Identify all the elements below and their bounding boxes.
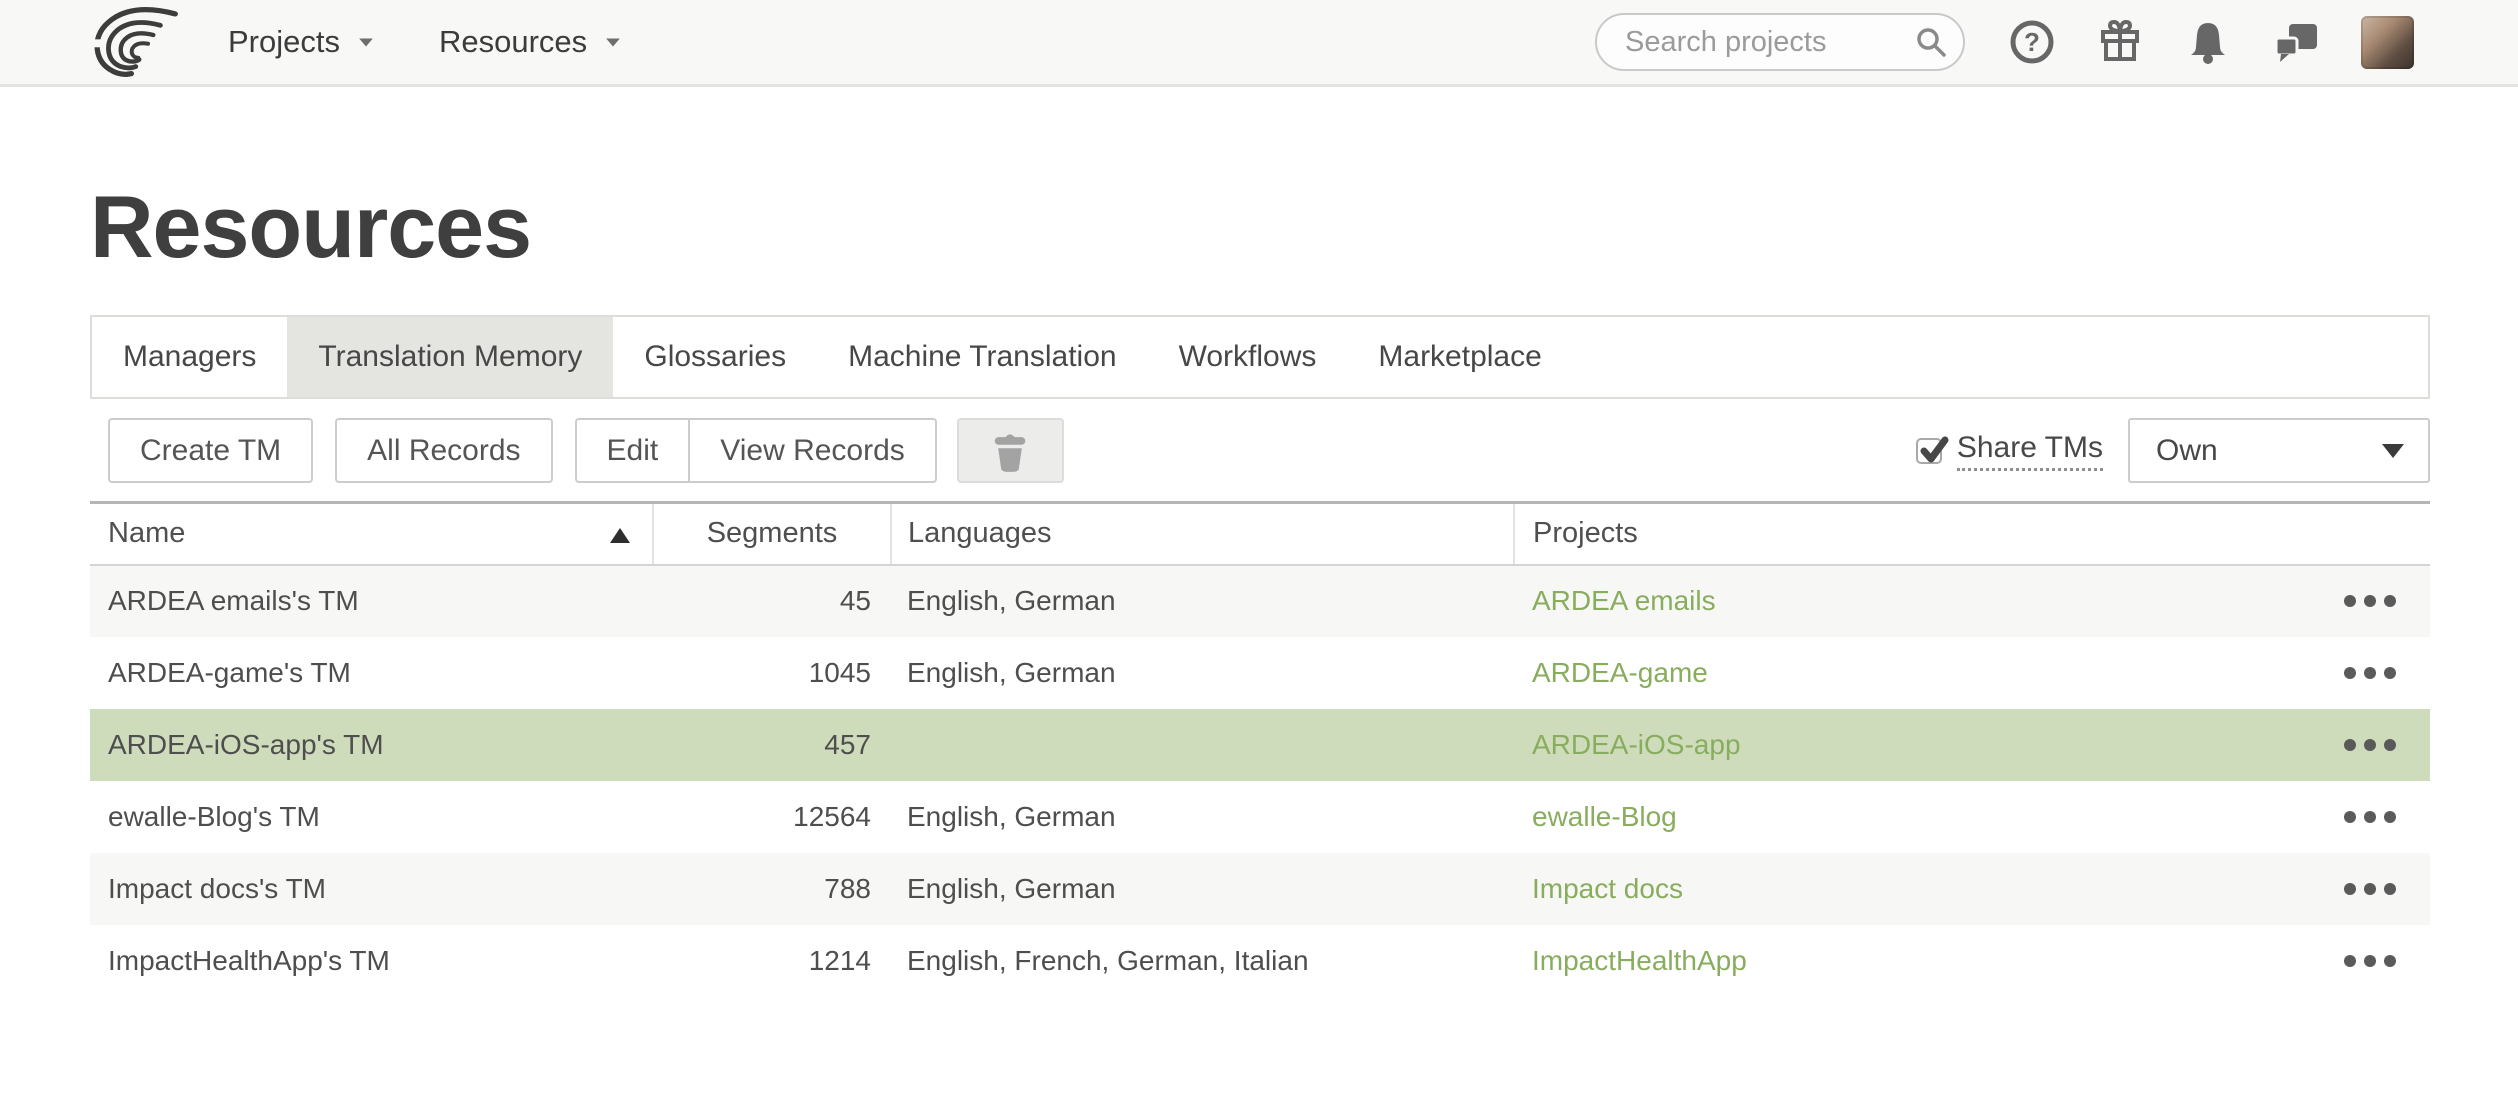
nav-resources-menu[interactable]: Resources <box>439 24 624 60</box>
tm-table-body: ARDEA emails's TM45English, GermanARDEA … <box>90 565 2430 997</box>
help-icon[interactable]: ? <box>2009 19 2055 65</box>
nav-resources-label: Resources <box>439 24 587 60</box>
checkmark-icon <box>1919 436 1949 466</box>
tm-segments-cell: 788 <box>653 853 891 925</box>
tm-table-row[interactable]: ARDEA-iOS-app's TM457 ARDEA-iOS-app <box>90 709 2430 781</box>
tm-languages-cell: English, German <box>891 853 1514 925</box>
share-tms-label[interactable]: Share TMs <box>1957 431 2103 471</box>
tm-name-cell: ARDEA emails's TM <box>90 565 653 637</box>
project-link[interactable]: ARDEA emails <box>1532 585 1716 616</box>
tm-segments-cell: 12564 <box>653 781 891 853</box>
nav-projects-label: Projects <box>228 24 340 60</box>
tab-glossaries[interactable]: Glossaries <box>613 317 817 397</box>
app-logo-icon[interactable] <box>90 6 178 78</box>
tm-scope-value: Own <box>2156 434 2218 468</box>
tm-table: Name Segments Languages Projects ARDEA e… <box>90 501 2430 997</box>
create-tm-button[interactable]: Create TM <box>108 418 313 483</box>
tm-segments-cell: 1214 <box>653 925 891 997</box>
row-actions-menu-icon[interactable] <box>2310 781 2430 853</box>
chevron-down-icon <box>359 38 373 46</box>
tm-segments-cell: 457 <box>653 709 891 781</box>
tab-translation-memory[interactable]: Translation Memory <box>287 317 613 397</box>
main-content: Resources ManagersTranslation MemoryGlos… <box>0 183 2518 997</box>
select-caret-icon <box>2382 444 2404 458</box>
column-header-projects[interactable]: Projects <box>1514 503 2310 565</box>
column-header-segments[interactable]: Segments <box>653 503 891 565</box>
project-search <box>1595 13 1965 71</box>
column-header-actions <box>2310 503 2430 565</box>
tm-table-row[interactable]: ewalle-Blog's TM12564English, German ewal… <box>90 781 2430 853</box>
tm-table-row[interactable]: ARDEA-game's TM1045English, German ARDEA-… <box>90 637 2430 709</box>
row-actions-menu-icon[interactable] <box>2310 925 2430 997</box>
tm-segments-cell: 1045 <box>653 637 891 709</box>
search-icon[interactable] <box>1915 26 1947 58</box>
tm-name-cell: ARDEA-iOS-app's TM <box>90 709 653 781</box>
toolbar-right: Share TMs Own <box>1916 418 2430 483</box>
share-tms-checkbox[interactable] <box>1916 438 1942 464</box>
tm-name-cell: ewalle-Blog's TM <box>90 781 653 853</box>
search-input[interactable] <box>1595 13 1965 71</box>
row-actions-menu-icon[interactable] <box>2310 709 2430 781</box>
row-actions-menu-icon[interactable] <box>2310 637 2430 709</box>
tm-languages-cell: English, French, German, Italian <box>891 925 1514 997</box>
tm-languages-cell <box>891 709 1514 781</box>
tm-languages-cell: English, German <box>891 781 1514 853</box>
logo-notch <box>92 39 106 47</box>
sort-ascending-icon[interactable] <box>610 528 630 543</box>
tab-managers[interactable]: Managers <box>92 317 287 397</box>
tm-scope-select[interactable]: Own <box>2128 418 2430 483</box>
chevron-down-icon <box>606 38 620 46</box>
tm-table-row[interactable]: Impact docs's TM788English, German Impact… <box>90 853 2430 925</box>
trash-icon <box>985 426 1035 476</box>
column-header-name[interactable]: Name <box>90 503 653 565</box>
tab-machine-translation[interactable]: Machine Translation <box>817 317 1147 397</box>
tm-segments-cell: 45 <box>653 565 891 637</box>
tm-project-cell: ARDEA-iOS-app <box>1514 709 2310 781</box>
column-header-languages[interactable]: Languages <box>891 503 1514 565</box>
top-navigation: Projects Resources ? <box>0 0 2518 87</box>
nav-right-cluster: ? <box>1595 13 2414 71</box>
tm-toolbar: Create TM All Records Edit View Records … <box>90 418 2430 483</box>
tab-marketplace[interactable]: Marketplace <box>1347 317 1572 397</box>
tm-name-cell: Impact docs's TM <box>90 853 653 925</box>
tm-languages-cell: English, German <box>891 637 1514 709</box>
delete-tm-button[interactable] <box>957 418 1064 483</box>
tab-workflows[interactable]: Workflows <box>1148 317 1348 397</box>
nav-projects-menu[interactable]: Projects <box>228 24 377 60</box>
tm-name-cell: ImpactHealthApp's TM <box>90 925 653 997</box>
edit-button[interactable]: Edit <box>577 420 689 481</box>
all-records-button[interactable]: All Records <box>335 418 552 483</box>
row-actions-menu-icon[interactable] <box>2310 853 2430 925</box>
resource-tabs: ManagersTranslation MemoryGlossariesMach… <box>90 315 2430 399</box>
view-records-button[interactable]: View Records <box>688 420 935 481</box>
project-link[interactable]: ARDEA-iOS-app <box>1532 729 1741 760</box>
tm-name-cell: ARDEA-game's TM <box>90 637 653 709</box>
project-link[interactable]: ewalle-Blog <box>1532 801 1677 832</box>
tm-languages-cell: English, German <box>891 565 1514 637</box>
messages-icon[interactable] <box>2273 19 2319 65</box>
project-link[interactable]: Impact docs <box>1532 873 1683 904</box>
tm-project-cell: ARDEA emails <box>1514 565 2310 637</box>
project-link[interactable]: ImpactHealthApp <box>1532 945 1747 976</box>
edit-view-button-group: Edit View Records <box>575 418 937 483</box>
user-avatar[interactable] <box>2361 16 2414 69</box>
tm-table-row[interactable]: ImpactHealthApp's TM1214English, French,… <box>90 925 2430 997</box>
tm-table-row[interactable]: ARDEA emails's TM45English, German ARDEA … <box>90 565 2430 637</box>
tm-project-cell: ewalle-Blog <box>1514 781 2310 853</box>
gift-icon[interactable] <box>2097 19 2143 65</box>
project-link[interactable]: ARDEA-game <box>1532 657 1708 688</box>
tm-project-cell: Impact docs <box>1514 853 2310 925</box>
row-actions-menu-icon[interactable] <box>2310 566 2430 637</box>
notifications-icon[interactable] <box>2185 19 2231 65</box>
tm-project-cell: ImpactHealthApp <box>1514 925 2310 997</box>
svg-text:?: ? <box>2024 27 2040 57</box>
tm-table-header-row: Name Segments Languages Projects <box>90 503 2430 565</box>
page-title: Resources <box>90 183 2430 271</box>
tm-project-cell: ARDEA-game <box>1514 637 2310 709</box>
